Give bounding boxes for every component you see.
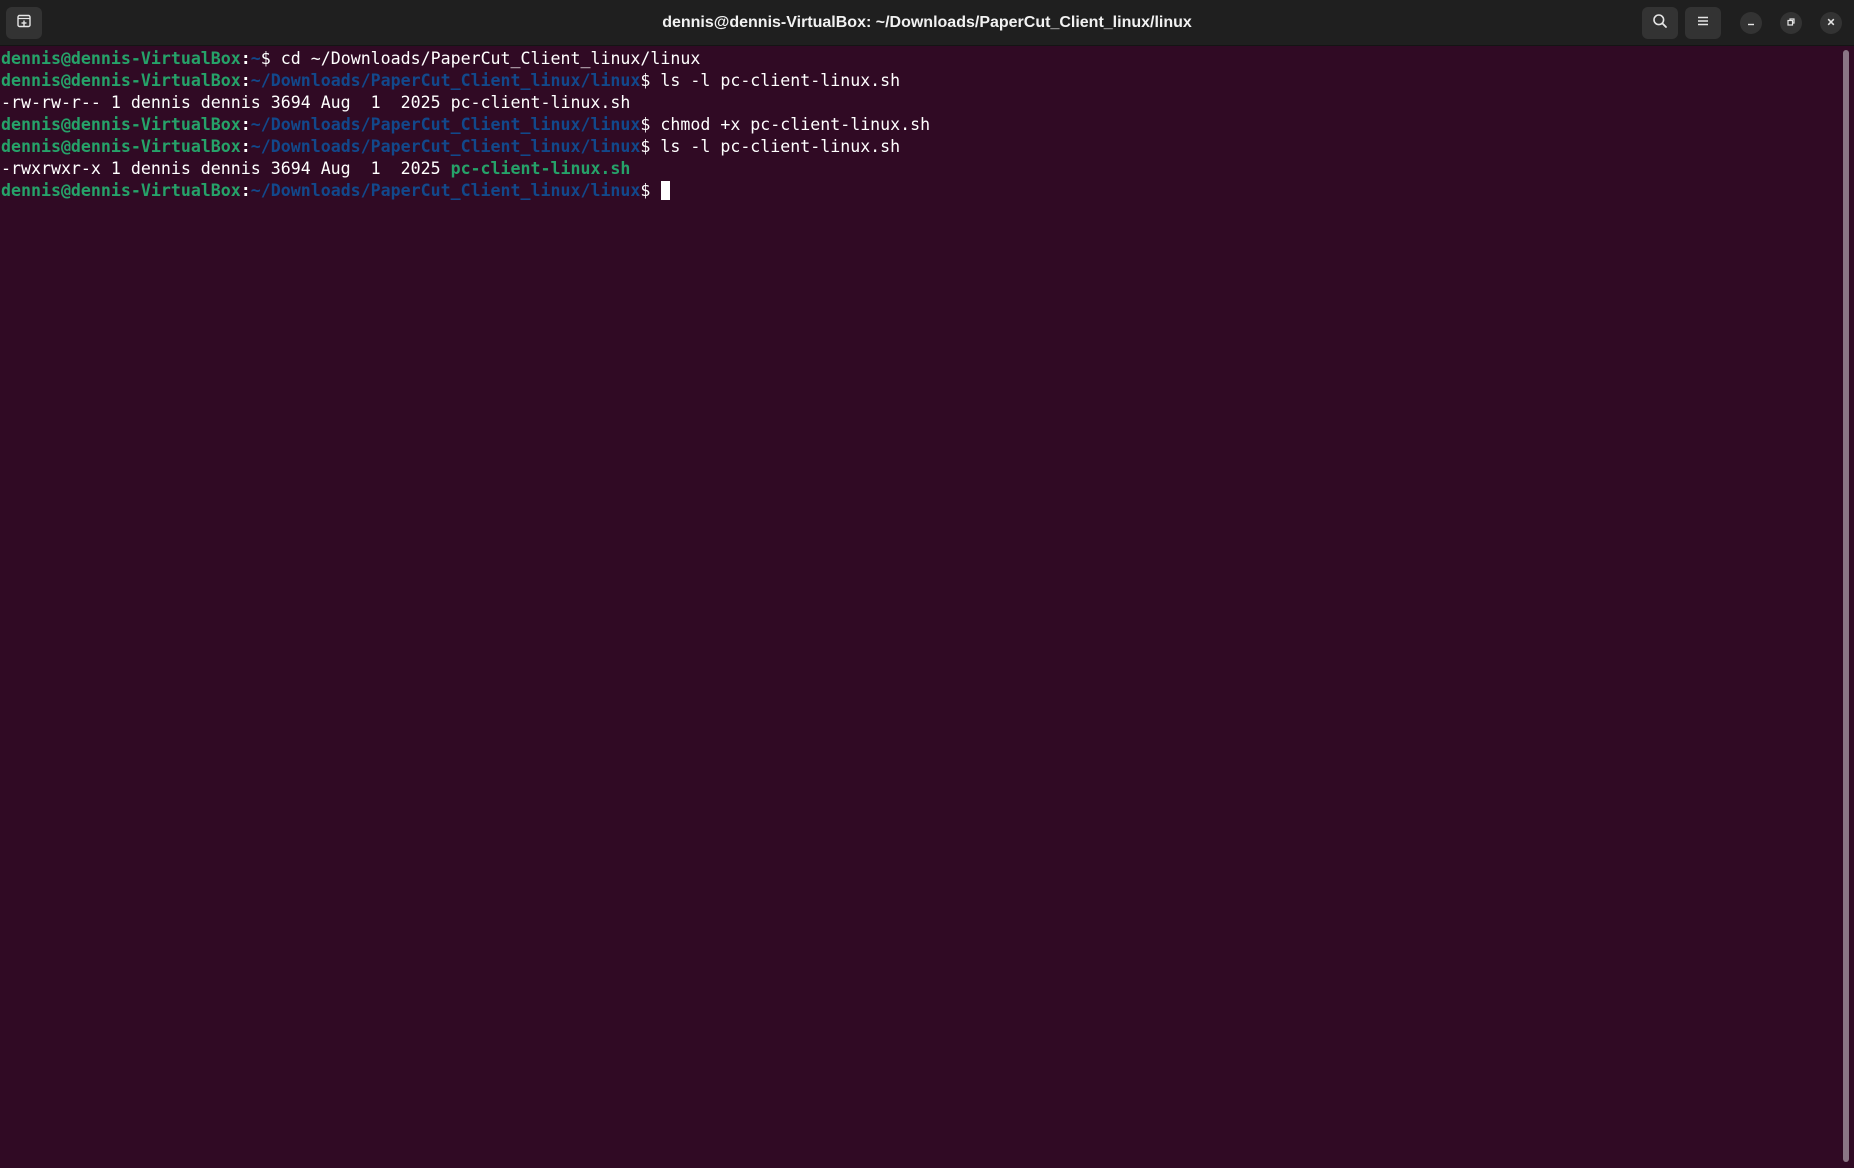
- close-button[interactable]: [1820, 12, 1842, 34]
- terminal-line: -rw-rw-r-- 1 dennis dennis 3694 Aug 1 20…: [0, 92, 1846, 114]
- minimize-button[interactable]: [1740, 12, 1762, 34]
- terminal-output[interactable]: dennis@dennis-VirtualBox:~$ cd ~/Downloa…: [0, 47, 1846, 1168]
- prompt-symbol: $: [640, 115, 661, 134]
- command-output: -rw-rw-r-- 1 dennis dennis 3694 Aug 1 20…: [1, 93, 631, 112]
- titlebar: dennis@dennis-VirtualBox: ~/Downloads/Pa…: [0, 0, 1854, 46]
- restore-icon: [1786, 14, 1796, 32]
- prompt-colon: :: [240, 49, 251, 68]
- command-text: ls -l pc-client-linux.sh: [660, 137, 901, 156]
- terminal-line: dennis@dennis-VirtualBox:~/Downloads/Pap…: [0, 70, 1846, 92]
- command-text: ls -l pc-client-linux.sh: [660, 71, 901, 90]
- prompt-colon: :: [240, 137, 251, 156]
- terminal-line: dennis@dennis-VirtualBox:~$ cd ~/Downloa…: [0, 48, 1846, 70]
- terminal-window: dennis@dennis-VirtualBox: ~/Downloads/Pa…: [0, 0, 1854, 1168]
- prompt-path: ~/Downloads/PaperCut_Client_linux/linux: [250, 137, 641, 156]
- command-output: -rwxrwxr-x 1 dennis dennis 3694 Aug 1 20…: [1, 159, 451, 178]
- prompt-path: ~/Downloads/PaperCut_Client_linux/linux: [250, 71, 641, 90]
- prompt-symbol: $: [260, 49, 281, 68]
- menu-button[interactable]: [1685, 7, 1721, 39]
- prompt-colon: :: [240, 115, 251, 134]
- terminal-line: -rwxrwxr-x 1 dennis dennis 3694 Aug 1 20…: [0, 158, 1846, 180]
- prompt-user: dennis@dennis-VirtualBox: [1, 49, 241, 68]
- command-text: cd ~/Downloads/PaperCut_Client_linux/lin…: [280, 49, 701, 68]
- command-text: chmod +x pc-client-linux.sh: [660, 115, 931, 134]
- minimize-icon: [1746, 14, 1756, 32]
- window-title: dennis@dennis-VirtualBox: ~/Downloads/Pa…: [662, 14, 1192, 31]
- prompt-symbol: $: [640, 137, 661, 156]
- text-cursor: [661, 181, 671, 200]
- prompt-colon: :: [240, 181, 251, 200]
- terminal-scrollbar[interactable]: [1843, 50, 1849, 1162]
- prompt-user: dennis@dennis-VirtualBox: [1, 71, 241, 90]
- executable-filename: pc-client-linux.sh: [450, 159, 631, 178]
- prompt-symbol: $: [640, 71, 661, 90]
- new-tab-icon: [16, 13, 32, 34]
- prompt-path: ~/Downloads/PaperCut_Client_linux/linux: [250, 181, 641, 200]
- prompt-user: dennis@dennis-VirtualBox: [1, 137, 241, 156]
- restore-button[interactable]: [1780, 12, 1802, 34]
- search-icon: [1652, 13, 1668, 34]
- terminal-line: dennis@dennis-VirtualBox:~/Downloads/Pap…: [0, 136, 1846, 158]
- terminal-line: dennis@dennis-VirtualBox:~/Downloads/Pap…: [0, 114, 1846, 136]
- new-tab-button[interactable]: [6, 7, 42, 39]
- prompt-path: ~: [250, 49, 261, 68]
- prompt-symbol: $: [640, 181, 661, 200]
- close-icon: [1826, 14, 1836, 32]
- prompt-user: dennis@dennis-VirtualBox: [1, 181, 241, 200]
- prompt-user: dennis@dennis-VirtualBox: [1, 115, 241, 134]
- prompt-colon: :: [240, 71, 251, 90]
- terminal-line: dennis@dennis-VirtualBox:~/Downloads/Pap…: [0, 180, 1846, 202]
- hamburger-menu-icon: [1696, 14, 1710, 33]
- prompt-path: ~/Downloads/PaperCut_Client_linux/linux: [250, 115, 641, 134]
- search-button[interactable]: [1642, 7, 1678, 39]
